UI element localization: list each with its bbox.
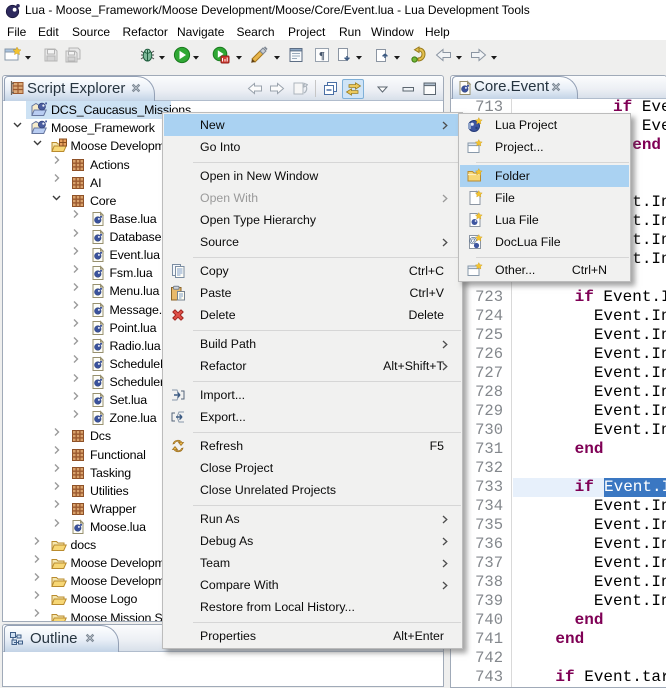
svg-text:¶: ¶ bbox=[319, 50, 325, 62]
